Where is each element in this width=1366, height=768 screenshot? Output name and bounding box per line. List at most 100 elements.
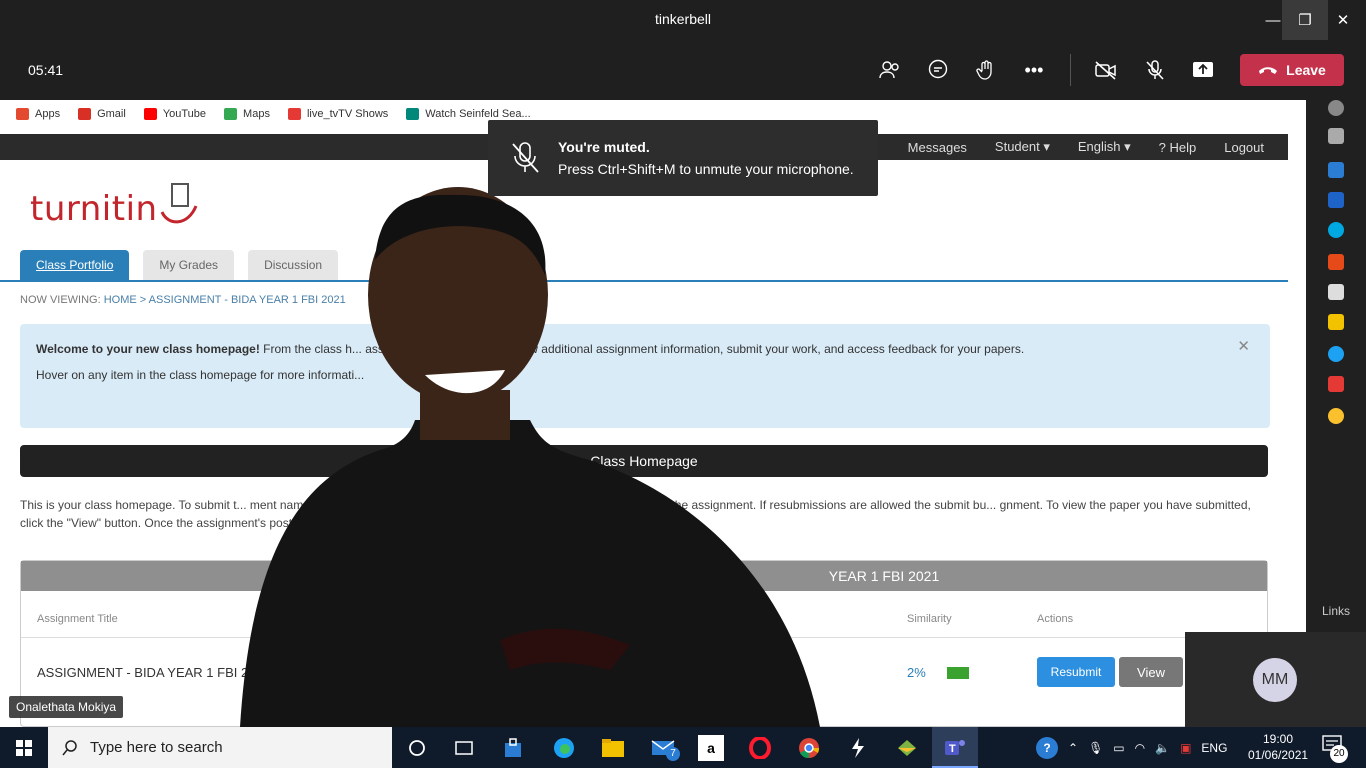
close-button[interactable]: ✕ xyxy=(1320,0,1366,40)
mail-icon[interactable]: 7 xyxy=(650,735,680,761)
app-icon[interactable] xyxy=(1328,128,1344,144)
mic-toggle-button[interactable] xyxy=(1139,54,1171,86)
store-icon[interactable] xyxy=(1328,284,1344,300)
youtube-icon xyxy=(143,108,157,120)
participant-name-label: Onalethata Mokiya xyxy=(9,696,124,718)
tab-my-grades[interactable]: My Grades xyxy=(143,250,235,280)
raise-hand-icon xyxy=(976,60,992,80)
opera-icon[interactable] xyxy=(747,735,773,761)
bookmark-gmail[interactable]: Gmail xyxy=(78,108,126,120)
resubmit-button[interactable]: Resubmit xyxy=(1037,657,1115,687)
windows-icon xyxy=(16,739,32,756)
task-view-icon[interactable] xyxy=(451,735,477,761)
battery-icon[interactable]: ▭ xyxy=(1113,741,1124,755)
taskbar-clock[interactable]: 19:00 01/06/2021 xyxy=(1248,731,1308,763)
search-icon xyxy=(62,739,77,755)
share-screen-icon xyxy=(1193,62,1213,77)
nav-messages[interactable]: Messages xyxy=(908,140,967,155)
bookmark-label: Apps xyxy=(35,108,61,120)
app-icon[interactable] xyxy=(1328,100,1344,116)
camera-off-icon xyxy=(1095,61,1116,80)
chat-button[interactable] xyxy=(922,54,954,86)
leave-label: Leave xyxy=(1286,62,1326,78)
store-icon[interactable] xyxy=(500,735,526,761)
people-icon xyxy=(879,61,899,79)
more-actions-button[interactable]: ••• xyxy=(1018,54,1050,86)
system-tray: ? ⌃ 🎙 ▭ ◠ 🔈 ▣ ENG xyxy=(1036,727,1227,768)
bookmark-apps[interactable]: Apps xyxy=(16,108,60,120)
cortana-icon[interactable] xyxy=(404,735,430,761)
bookmark-label: Gmail xyxy=(97,108,126,120)
mic-off-icon xyxy=(512,142,539,173)
window-title: tinkerbell xyxy=(654,11,712,27)
leave-button[interactable]: Leave xyxy=(1240,54,1344,86)
similarity-indicator xyxy=(947,667,969,679)
assignment-row-title: ASSIGNMENT - BIDA YEAR 1 FBI 2 xyxy=(37,665,249,680)
notification-center-button[interactable]: 20 xyxy=(1322,735,1348,763)
edge-icon[interactable] xyxy=(551,735,577,761)
mail-badge: 7 xyxy=(666,747,680,761)
window-titlebar: tinkerbell — ❐ ✕ xyxy=(0,0,1366,40)
avatar: MM xyxy=(1253,658,1297,702)
office-icon[interactable] xyxy=(1328,254,1344,270)
divider xyxy=(1070,54,1071,86)
nav-english[interactable]: English ▾ xyxy=(1078,139,1131,155)
chrome-icon[interactable] xyxy=(796,735,822,761)
logo-mark-icon xyxy=(160,183,197,224)
toast-title: You're muted. xyxy=(558,139,650,155)
gmail-icon xyxy=(78,108,92,120)
language-indicator[interactable]: ENG xyxy=(1201,741,1227,755)
links-label: Links xyxy=(1322,604,1351,618)
nav-logout[interactable]: Logout xyxy=(1224,140,1264,155)
volume-icon[interactable]: 🔈 xyxy=(1155,741,1170,755)
view-button[interactable]: View xyxy=(1119,657,1183,687)
phone-hangup-icon xyxy=(1259,67,1278,74)
close-icon[interactable]: ✕ xyxy=(1237,338,1250,356)
bookmark-label: YouTube xyxy=(162,108,207,120)
nav-help[interactable]: ? Help xyxy=(1159,140,1197,155)
word-icon[interactable] xyxy=(1328,192,1344,208)
bluestacks-icon[interactable] xyxy=(894,735,920,761)
welcome-heading: Welcome to your new class homepage! xyxy=(36,342,260,356)
microphone-icon[interactable]: 🎙 xyxy=(1088,741,1103,755)
bookmark-youtube[interactable]: YouTube xyxy=(143,108,207,120)
nav-student[interactable]: Student ▾ xyxy=(995,139,1050,155)
turnitin-logo: turnitin xyxy=(30,182,204,232)
clock-date: 01/06/2021 xyxy=(1248,748,1309,762)
call-timer: 05:41 xyxy=(28,62,64,78)
app-icon[interactable] xyxy=(845,735,871,761)
windows-taskbar: Type here to search 7 a T ? ⌃ 🎙 ▭ ◠ 🔈 ▣ … xyxy=(0,727,1366,768)
tab-class-portfolio[interactable]: Class Portfolio xyxy=(20,250,130,280)
edge-icon[interactable] xyxy=(1328,346,1344,362)
logo-text: turnitin xyxy=(30,189,158,229)
amazon-icon[interactable]: a xyxy=(698,735,724,761)
chrome-icon[interactable] xyxy=(1328,408,1344,424)
teams-icon: T xyxy=(942,735,968,761)
share-screen-button[interactable] xyxy=(1187,54,1219,86)
chevron-up-icon[interactable]: ⌃ xyxy=(1068,741,1078,755)
start-button[interactable] xyxy=(0,727,48,768)
mic-off-icon xyxy=(1146,60,1164,80)
toast-message: Press Ctrl+Shift+M to unmute your microp… xyxy=(558,161,854,177)
reactions-button[interactable] xyxy=(970,54,1002,86)
app-icon[interactable] xyxy=(1328,376,1344,392)
help-icon[interactable]: ? xyxy=(1036,736,1058,759)
outlook-icon[interactable] xyxy=(1328,162,1344,178)
file-explorer-icon[interactable] xyxy=(600,735,626,761)
col-assignment-title: Assignment Title xyxy=(37,613,118,625)
svg-text:T: T xyxy=(949,743,956,755)
folder-icon[interactable] xyxy=(1328,314,1344,330)
apps-icon xyxy=(16,108,29,120)
similarity-score[interactable]: 2% xyxy=(907,665,926,680)
breadcrumb-label: NOW VIEWING: xyxy=(20,294,101,306)
camera-toggle-button[interactable] xyxy=(1090,54,1122,86)
teams-taskbar-item[interactable]: T xyxy=(932,727,978,768)
participants-button[interactable] xyxy=(874,54,906,86)
antivirus-icon[interactable]: ▣ xyxy=(1180,741,1191,755)
call-controls-bar: 05:41 ••• Leave xyxy=(0,40,1366,100)
wifi-icon[interactable]: ◠ xyxy=(1135,741,1145,755)
cortana-icon[interactable] xyxy=(1328,222,1344,238)
taskbar-search[interactable]: Type here to search xyxy=(48,727,392,768)
chat-icon xyxy=(928,59,948,79)
clock-time: 19:00 xyxy=(1262,732,1294,746)
